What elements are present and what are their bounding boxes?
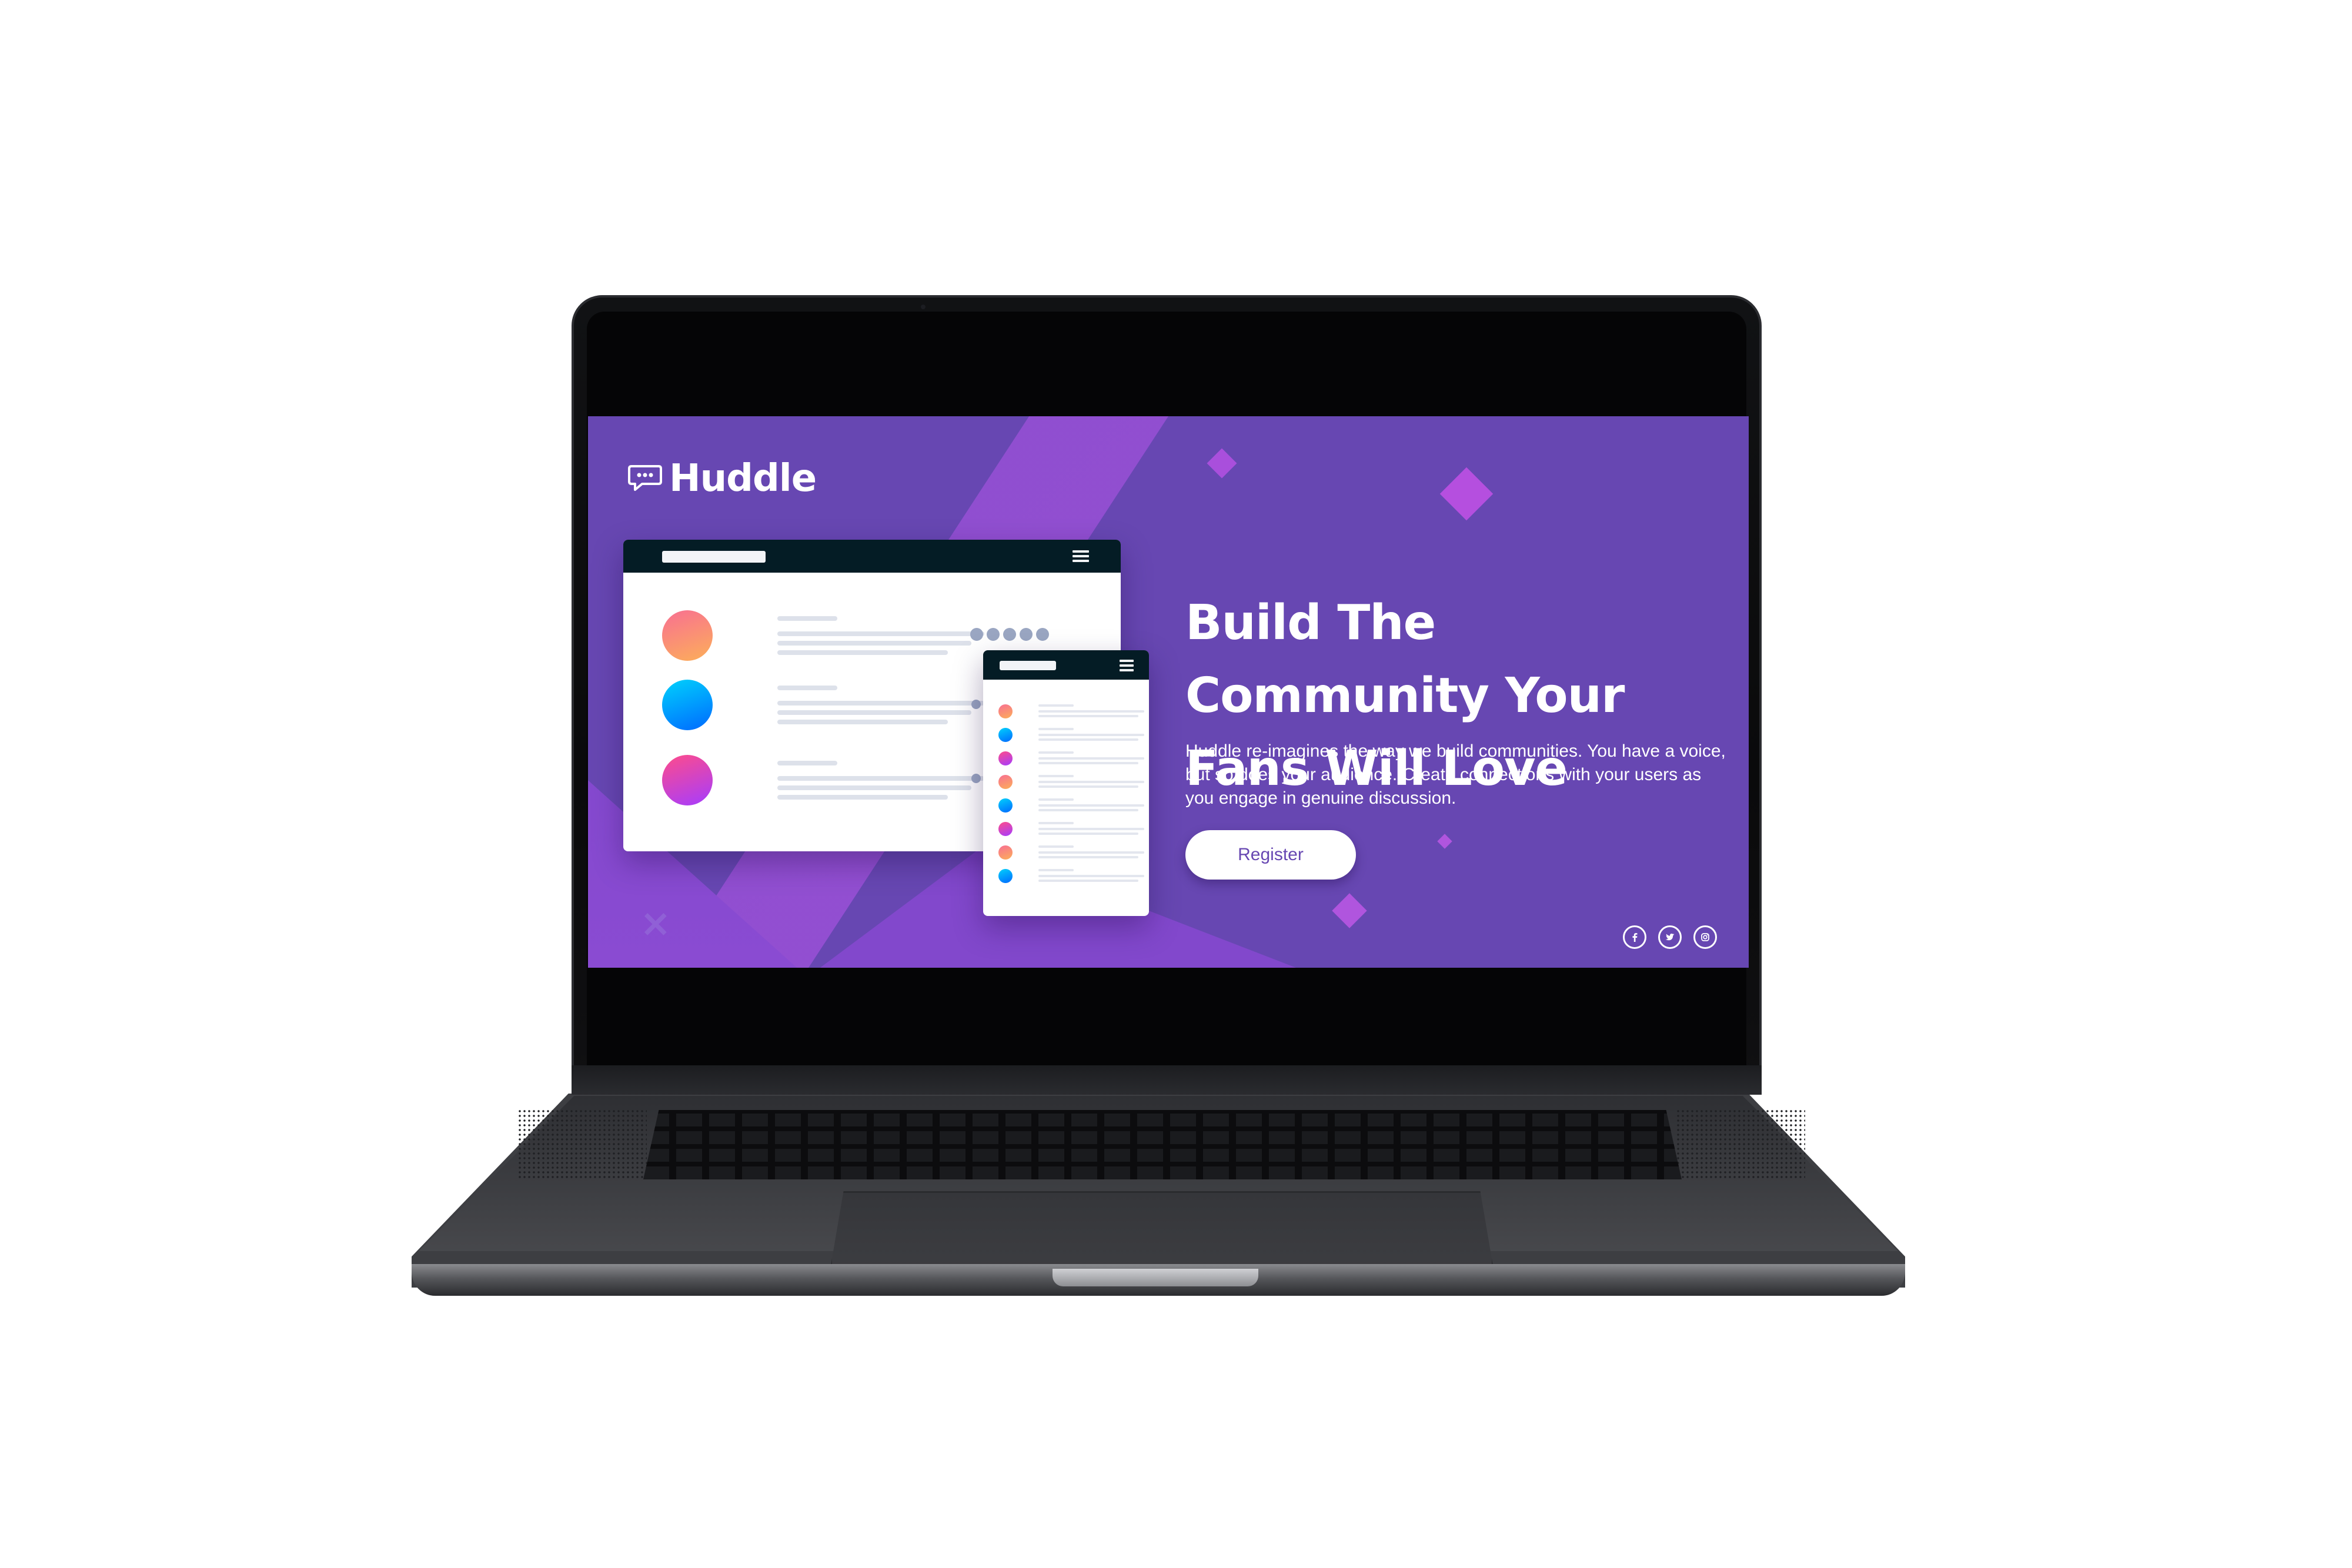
decor-diamond: [1332, 893, 1367, 928]
brand-logo[interactable]: Huddle: [627, 455, 817, 502]
speaker-right: [1676, 1109, 1805, 1181]
hamburger-icon: [1120, 660, 1134, 671]
hamburger-icon: [1073, 550, 1089, 562]
hero-description: Huddle re-imagines the way we build comm…: [1185, 741, 1726, 808]
speaker-left: [517, 1109, 647, 1181]
mockup-title-placeholder: [662, 551, 766, 563]
social-links: [1623, 925, 1717, 949]
mockup-mini-row: [998, 704, 1144, 721]
typing-dots: [970, 628, 1049, 641]
decor-diamond: [1437, 834, 1452, 849]
avatar: [662, 610, 713, 661]
laptop-hinge: [572, 1065, 1762, 1095]
mockup-header: [983, 650, 1149, 680]
laptop-notch: [1053, 1269, 1258, 1286]
mockup-header: [623, 540, 1121, 573]
decor-cross: ×: [640, 902, 671, 945]
indicator-dot: [971, 700, 981, 709]
mockup-title-placeholder: [1000, 661, 1056, 670]
decor-diamond: [1207, 448, 1237, 479]
laptop-screen: × Huddle Build The Community Your Fans W…: [588, 416, 1749, 968]
brand-name: Huddle: [669, 457, 817, 500]
chat-bubble-icon: [628, 465, 662, 491]
instagram-icon[interactable]: [1693, 925, 1717, 949]
register-button[interactable]: Register: [1185, 830, 1356, 880]
mockup-mini-row: [998, 751, 1144, 768]
decor-diamond: [1439, 467, 1494, 521]
laptop-scene: × Huddle Build The Community Your Fans W…: [0, 0, 2352, 1568]
facebook-icon[interactable]: [1623, 925, 1646, 949]
indicator-dot: [971, 774, 981, 783]
illustration-mobile-mockup: [983, 650, 1149, 916]
avatar: [662, 755, 713, 805]
mockup-mini-row: [998, 775, 1144, 791]
mockup-mini-row: [998, 798, 1144, 815]
mockup-mini-row: [998, 728, 1144, 744]
twitter-icon[interactable]: [1658, 925, 1682, 949]
laptop-trackpad: [830, 1191, 1494, 1269]
laptop-keyboard: [643, 1110, 1682, 1179]
mockup-mini-row: [998, 822, 1144, 838]
mockup-mini-row: [998, 845, 1144, 862]
mockup-mini-row: [998, 869, 1144, 885]
avatar: [662, 680, 713, 730]
laptop-camera: [921, 305, 926, 309]
